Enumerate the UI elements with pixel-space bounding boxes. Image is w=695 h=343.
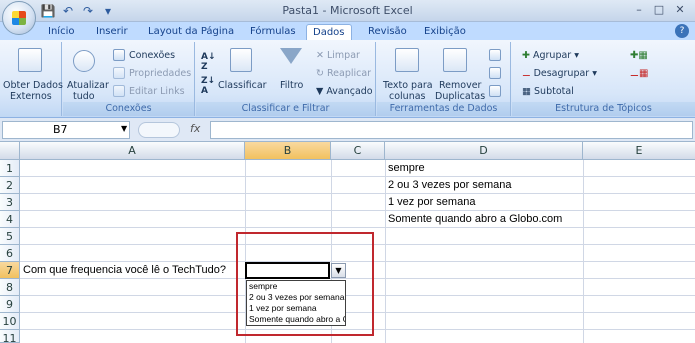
classificar-button[interactable]: Classificar [218, 80, 267, 91]
group-label-conexoes: Conexões [63, 102, 194, 116]
sort-dialog-icon [230, 48, 252, 72]
what-if-icon[interactable] [489, 85, 501, 97]
avancado-button[interactable]: ▼ Avançado [316, 86, 373, 97]
group-obter-dados: Obter Dados Externos [0, 42, 63, 116]
data-validation-icon[interactable] [489, 49, 501, 61]
maximize-button[interactable]: □ [651, 3, 667, 17]
tab-dados[interactable]: Dados [306, 24, 352, 40]
col-header-b[interactable]: B [245, 142, 331, 160]
connections-icon [113, 49, 125, 61]
office-button[interactable] [2, 1, 36, 35]
limpar-button[interactable]: ✕ Limpar [316, 50, 360, 61]
row-header[interactable]: 7 [0, 262, 20, 279]
editar-links-button[interactable]: Editar Links [129, 86, 185, 97]
sort-za-icon[interactable]: Z↓ A [201, 76, 215, 96]
hide-detail-icon[interactable]: ⚊▦ [630, 68, 648, 79]
gridline [20, 227, 695, 228]
filter-icon [280, 48, 302, 64]
name-box-dropdown-icon[interactable]: ▼ [121, 124, 127, 133]
formula-bar-handle-icon[interactable] [138, 122, 180, 138]
fx-icon[interactable]: fx [190, 122, 200, 135]
cell-d1[interactable]: sempre [385, 160, 425, 177]
consolidate-icon[interactable] [489, 67, 501, 79]
gridline [20, 176, 695, 177]
group-classificar-filtrar: A↓ Z Z↓ A Classificar Filtro ✕ Limpar ↻ Re… [196, 42, 376, 116]
group-label-ferramentas: Ferramentas de Dados [377, 102, 510, 116]
name-box[interactable]: B7 [2, 121, 130, 139]
row-header[interactable]: 3 [0, 194, 20, 211]
cell-d3[interactable]: 1 vez por semana [385, 194, 475, 211]
reaplicar-button[interactable]: ↻ Reaplicar [316, 68, 371, 79]
title-bar: 💾 ↶ ↷ ▾ Pasta1 - Microsoft Excel – □ ✕ [0, 0, 695, 22]
cell-d4[interactable]: Somente quando abro a Globo.com [385, 211, 562, 228]
select-all-corner[interactable] [0, 142, 20, 160]
formula-input[interactable] [210, 121, 693, 139]
tab-formulas[interactable]: Fórmulas [244, 24, 302, 40]
highlight-box [236, 232, 374, 336]
row-header[interactable]: 9 [0, 296, 20, 313]
help-icon[interactable]: ? [675, 24, 689, 38]
close-button[interactable]: ✕ [671, 3, 689, 17]
gridline [583, 160, 584, 343]
propriedades-button[interactable]: Propriedades [129, 68, 191, 79]
subtotal-button[interactable]: ▦ Subtotal [522, 86, 574, 97]
tab-inserir[interactable]: Inserir [90, 24, 134, 40]
ribbon: Obter Dados Externos Atualizar tudo Cone… [0, 40, 695, 118]
row-header[interactable]: 11 [0, 330, 20, 343]
formula-bar: B7 ▼ fx [0, 118, 695, 142]
cell-a7[interactable]: Com que frequencia você lê o TechTudo? [20, 262, 226, 279]
col-header-a[interactable]: A [20, 142, 245, 160]
properties-icon [113, 67, 125, 79]
row-header[interactable]: 1 [0, 160, 20, 177]
external-data-icon [18, 48, 42, 72]
group-ferramentas-dados: Texto para colunas Remover Duplicatas Fe… [377, 42, 511, 116]
text-to-columns-icon [395, 48, 419, 72]
cell-d2[interactable]: 2 ou 3 vezes por semana [385, 177, 512, 194]
col-header-e[interactable]: E [583, 142, 695, 160]
row-header[interactable]: 10 [0, 313, 20, 330]
col-header-c[interactable]: C [331, 142, 385, 160]
ribbon-tabs: Início Inserir Layout da Página Fórmulas… [0, 22, 695, 40]
group-estrutura-topicos: ✚ Agrupar ▾ ⚊ Desagrupar ▾ ▦ Subtotal ✚▦… [512, 42, 695, 116]
edit-links-icon [113, 85, 125, 97]
group-label-classificar: Classificar e Filtrar [196, 102, 375, 116]
agrupar-button[interactable]: ✚ Agrupar ▾ [522, 50, 579, 61]
subtotal-icon: ▦ [522, 86, 531, 97]
row-header[interactable]: 8 [0, 279, 20, 296]
show-detail-icon[interactable]: ✚▦ [630, 50, 648, 61]
tab-revisao[interactable]: Revisão [362, 24, 413, 40]
conexoes-button[interactable]: Conexões [129, 50, 175, 61]
tab-exibicao[interactable]: Exibição [418, 24, 472, 40]
col-header-d[interactable]: D [385, 142, 583, 160]
sort-az-icon[interactable]: A↓ Z [201, 52, 216, 72]
desagrupar-button[interactable]: ⚊ Desagrupar ▾ [522, 68, 597, 79]
group-conexoes: Atualizar tudo Conexões Propriedades Edi… [63, 42, 195, 116]
office-logo-icon [12, 11, 26, 25]
tab-inicio[interactable]: Início [42, 24, 80, 40]
row-header[interactable]: 2 [0, 177, 20, 194]
minimize-button[interactable]: – [631, 3, 647, 17]
tab-layout[interactable]: Layout da Página [142, 24, 240, 40]
refresh-icon [73, 50, 95, 72]
window-title: Pasta1 - Microsoft Excel [282, 4, 413, 17]
filtro-button[interactable]: Filtro [280, 80, 303, 91]
group-label-estrutura: Estrutura de Tópicos [512, 102, 695, 116]
row-header[interactable]: 6 [0, 245, 20, 262]
remove-duplicates-icon [443, 48, 467, 72]
row-header[interactable]: 4 [0, 211, 20, 228]
gridline [20, 210, 695, 211]
gridline [20, 193, 695, 194]
row-header[interactable]: 5 [0, 228, 20, 245]
